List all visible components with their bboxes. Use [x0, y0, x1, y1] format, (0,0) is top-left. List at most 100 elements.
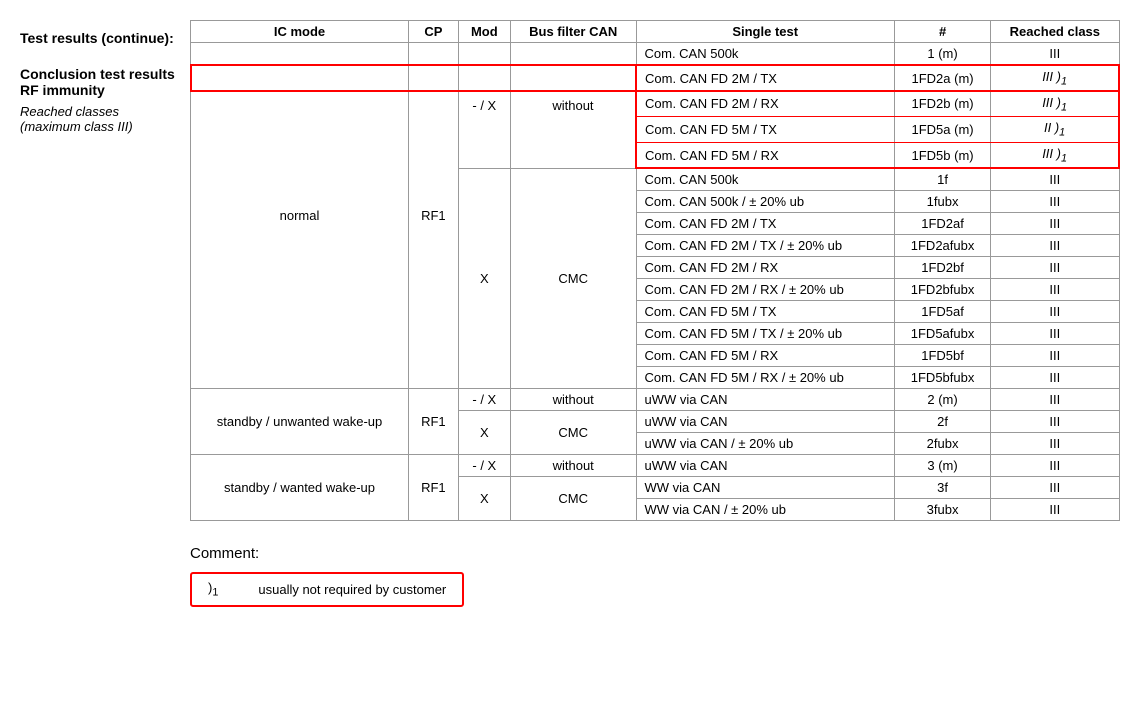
footnote-symbol: )1: [208, 580, 218, 599]
single-test-1: Com. CAN 500k: [636, 43, 894, 66]
hash-21: 3fubx: [894, 499, 990, 521]
class-18: III: [991, 433, 1119, 455]
single-test-11: Com. CAN FD 2M / RX / ± 20% ub: [636, 279, 894, 301]
hash-18: 2fubx: [894, 433, 990, 455]
single-test-12: Com. CAN FD 5M / TX: [636, 301, 894, 323]
single-test-4: Com. CAN FD 5M / TX: [636, 117, 894, 143]
single-test-3: Com. CAN FD 2M / RX: [636, 91, 894, 117]
class-21: III: [991, 499, 1119, 521]
col-header-bus-filter: Bus filter CAN: [510, 21, 636, 43]
mod-x: X: [458, 168, 510, 389]
col-header-cp: CP: [409, 21, 459, 43]
single-test-14: Com. CAN FD 5M / RX: [636, 345, 894, 367]
bus-filter-without-unwanted: without: [510, 389, 636, 411]
class-1: III: [991, 43, 1119, 66]
class-6: III: [991, 168, 1119, 191]
single-test-7: Com. CAN 500k / ± 20% ub: [636, 191, 894, 213]
col-header-single-test: Single test: [636, 21, 894, 43]
class-5: III )1: [991, 142, 1119, 168]
col-header-mod: Mod: [458, 21, 510, 43]
mod-x-unwanted: X: [458, 411, 510, 455]
single-test-15: Com. CAN FD 5M / RX / ± 20% ub: [636, 367, 894, 389]
comment-title: Comment:: [190, 545, 1126, 562]
class-12: III: [991, 301, 1119, 323]
class-11: III: [991, 279, 1119, 301]
class-19: III: [991, 455, 1119, 477]
cp-rf1-wanted: RF1: [409, 455, 459, 521]
page-container: Test results (continue): Conclusion test…: [20, 20, 1120, 521]
class-4: II )1: [991, 117, 1119, 143]
section-title: Test results (continue):: [20, 30, 180, 46]
single-test-8: Com. CAN FD 2M / TX: [636, 213, 894, 235]
bus-filter-without-1: without: [510, 43, 636, 169]
single-test-2: Com. CAN FD 2M / TX: [636, 65, 894, 91]
hash-19: 3 (m): [894, 455, 990, 477]
comment-section: Comment: )1 usually not required by cust…: [190, 545, 1126, 607]
table-container: IC mode CP Mod Bus filter CAN Single tes…: [190, 20, 1120, 521]
hash-13: 1FD5afubx: [894, 323, 990, 345]
hash-16: 2 (m): [894, 389, 990, 411]
class-2: III )1: [991, 65, 1119, 91]
ic-mode-standby-wanted: standby / wanted wake-up: [191, 455, 409, 521]
bus-filter-cmc-unwanted: CMC: [510, 411, 636, 455]
bus-filter-without-wanted: without: [510, 455, 636, 477]
table-row: standby / unwanted wake-up RF1 - / X wit…: [191, 389, 1120, 411]
hash-14: 1FD5bf: [894, 345, 990, 367]
conclusion-title: Conclusion test results RF immunity: [20, 66, 180, 98]
footnote-text: usually not required by customer: [258, 582, 446, 597]
hash-7: 1fubx: [894, 191, 990, 213]
single-test-13: Com. CAN FD 5M / TX / ± 20% ub: [636, 323, 894, 345]
mod-minus-x: - / X: [458, 43, 510, 169]
col-header-hash: #: [894, 21, 990, 43]
mod-x-wanted: X: [458, 477, 510, 521]
comment-box: )1 usually not required by customer: [190, 572, 464, 607]
hash-3: 1FD2b (m): [894, 91, 990, 117]
cp-rf1-normal: RF1: [409, 43, 459, 389]
mod-minus-x-wanted: - / X: [458, 455, 510, 477]
hash-9: 1FD2afubx: [894, 235, 990, 257]
single-test-9: Com. CAN FD 2M / TX / ± 20% ub: [636, 235, 894, 257]
class-16: III: [991, 389, 1119, 411]
hash-20: 3f: [894, 477, 990, 499]
col-header-reached-class: Reached class: [991, 21, 1119, 43]
hash-15: 1FD5bfubx: [894, 367, 990, 389]
single-test-10: Com. CAN FD 2M / RX: [636, 257, 894, 279]
class-10: III: [991, 257, 1119, 279]
single-test-20: WW via CAN: [636, 477, 894, 499]
ic-mode-normal: normal: [191, 43, 409, 389]
col-header-ic-mode: IC mode: [191, 21, 409, 43]
hash-12: 1FD5af: [894, 301, 990, 323]
class-9: III: [991, 235, 1119, 257]
hash-10: 1FD2bf: [894, 257, 990, 279]
table-row: normal RF1 - / X without Com. CAN 500k 1…: [191, 43, 1120, 66]
single-test-6: Com. CAN 500k: [636, 168, 894, 191]
single-test-17: uWW via CAN: [636, 411, 894, 433]
hash-1: 1 (m): [894, 43, 990, 66]
class-17: III: [991, 411, 1119, 433]
bus-filter-cmc-wanted: CMC: [510, 477, 636, 521]
class-20: III: [991, 477, 1119, 499]
hash-8: 1FD2af: [894, 213, 990, 235]
single-test-16: uWW via CAN: [636, 389, 894, 411]
mod-minus-x-unwanted: - / X: [458, 389, 510, 411]
class-7: III: [991, 191, 1119, 213]
hash-6: 1f: [894, 168, 990, 191]
hash-4: 1FD5a (m): [894, 117, 990, 143]
table-row: standby / wanted wake-up RF1 - / X witho…: [191, 455, 1120, 477]
class-3: III )1: [991, 91, 1119, 117]
cp-rf1-unwanted: RF1: [409, 389, 459, 455]
single-test-5: Com. CAN FD 5M / RX: [636, 142, 894, 168]
footnote-subscript: 1: [212, 587, 218, 599]
hash-5: 1FD5b (m): [894, 142, 990, 168]
class-13: III: [991, 323, 1119, 345]
ic-mode-standby-unwanted: standby / unwanted wake-up: [191, 389, 409, 455]
class-14: III: [991, 345, 1119, 367]
bus-filter-cmc: CMC: [510, 168, 636, 389]
hash-2: 1FD2a (m): [894, 65, 990, 91]
hash-17: 2f: [894, 411, 990, 433]
class-8: III: [991, 213, 1119, 235]
single-test-19: uWW via CAN: [636, 455, 894, 477]
single-test-21: WW via CAN / ± 20% ub: [636, 499, 894, 521]
results-table: IC mode CP Mod Bus filter CAN Single tes…: [190, 20, 1120, 521]
left-panel: Test results (continue): Conclusion test…: [20, 20, 190, 521]
